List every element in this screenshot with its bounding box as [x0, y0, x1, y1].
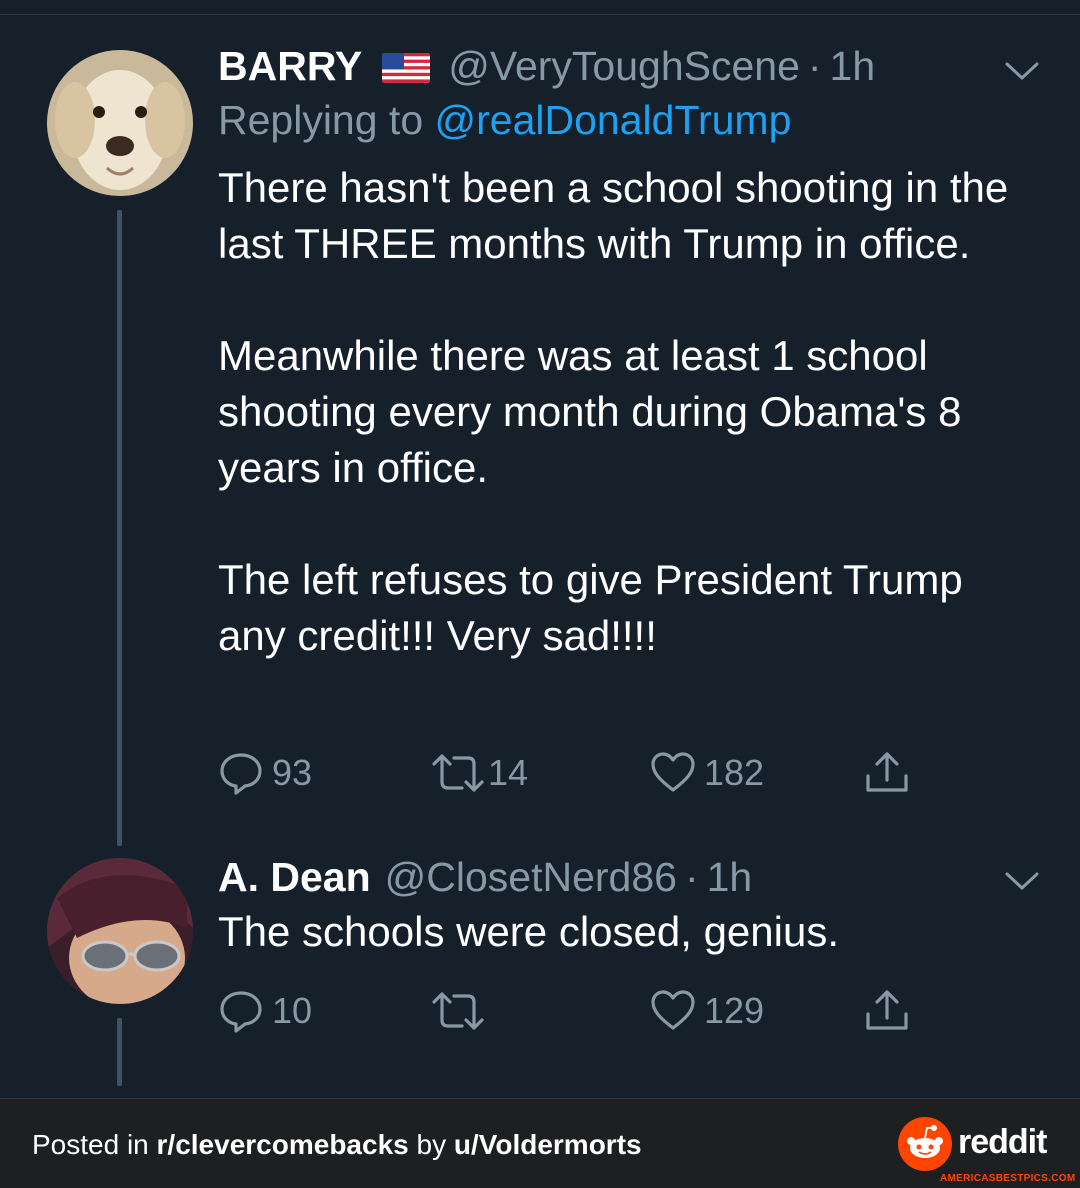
tweet-barry[interactable]: BARRY @VeryToughScene · 1h Replying to @… [218, 43, 1038, 664]
share-button[interactable] [864, 988, 910, 1034]
reply-icon [220, 753, 262, 795]
like-count: 182 [704, 752, 765, 793]
posted-in-label: Posted in [32, 1129, 149, 1160]
person-avatar-image [47, 858, 193, 1004]
user-link[interactable]: u/Voldermorts [454, 1129, 642, 1160]
retweet-button[interactable]: 14 [430, 750, 528, 796]
heart-icon [651, 990, 695, 1030]
top-divider [0, 14, 1080, 15]
chevron-down-icon[interactable] [1004, 870, 1040, 892]
reply-count: 93 [272, 752, 313, 793]
share-icon [866, 752, 908, 792]
like-count: 129 [704, 990, 765, 1031]
subreddit-link[interactable]: r/clevercomebacks [157, 1129, 409, 1160]
timestamp[interactable]: 1h [707, 854, 753, 900]
tweet-body: There hasn't been a school shooting in t… [218, 160, 1038, 664]
post-attribution: Posted in r/clevercomebacks by u/Volderm… [32, 1129, 642, 1161]
reply-button[interactable]: 93 [218, 750, 312, 796]
replying-to-line: Replying to @realDonaldTrump [218, 95, 1038, 146]
retweet-button[interactable] [430, 988, 494, 1034]
replying-prefix: Replying to [218, 97, 424, 144]
retweet-count: 14 [488, 752, 529, 793]
tweet-paragraph: Meanwhile there was at least 1 school sh… [218, 332, 974, 492]
separator-dot: · [807, 43, 822, 89]
tweet-paragraph: There hasn't been a school shooting in t… [218, 164, 1020, 268]
display-name[interactable]: A. Dean [218, 854, 371, 900]
tweet-actions: 10 129 [218, 988, 938, 1036]
reddit-footer: Posted in r/clevercomebacks by u/Volderm… [0, 1098, 1080, 1188]
tweet-paragraph: The schools were closed, genius. [218, 908, 839, 956]
thread-line-2 [117, 1018, 122, 1086]
tweet-header: A. Dean @ClosetNerd86 · 1h [218, 854, 1038, 900]
us-flag-icon [382, 53, 431, 83]
reply-icon [220, 991, 262, 1033]
separator-dot: · [684, 854, 699, 900]
by-label: by [416, 1129, 447, 1160]
tweet-actions: 93 14 182 [218, 750, 938, 798]
replying-to-mention[interactable]: @realDonaldTrump [435, 97, 792, 143]
thread-line-1 [117, 210, 122, 846]
timestamp[interactable]: 1h [830, 43, 876, 89]
reply-count: 10 [272, 990, 313, 1031]
avatar-barry[interactable] [47, 50, 193, 196]
tweet-a-dean[interactable]: A. Dean @ClosetNerd86 · 1h The schools w… [218, 854, 1038, 960]
reply-button[interactable]: 10 [218, 988, 312, 1034]
share-icon [866, 990, 908, 1030]
display-name[interactable]: BARRY [218, 43, 362, 89]
like-button[interactable]: 129 [650, 988, 764, 1034]
site-watermark: AMERICASBESTPICS.COM [940, 1173, 1076, 1184]
tweet-body: The schools were closed, genius. [218, 904, 1038, 960]
dog-avatar-image [47, 50, 193, 196]
avatar-a-dean[interactable] [47, 858, 193, 1004]
chevron-down-icon[interactable] [1004, 60, 1040, 82]
retweet-icon [432, 754, 484, 792]
handle[interactable]: @ClosetNerd86 [385, 854, 677, 900]
share-button[interactable] [864, 750, 910, 796]
tweet-header: BARRY @VeryToughScene · 1h [218, 43, 1038, 89]
retweet-icon [432, 992, 484, 1030]
heart-icon [651, 752, 695, 792]
handle[interactable]: @VeryToughScene [448, 43, 800, 89]
reddit-logo-icon [898, 1117, 952, 1171]
tweet-paragraph: The left refuses to give President Trump… [218, 556, 975, 660]
like-button[interactable]: 182 [650, 750, 764, 796]
reddit-wordmark: reddit [958, 1123, 1047, 1161]
